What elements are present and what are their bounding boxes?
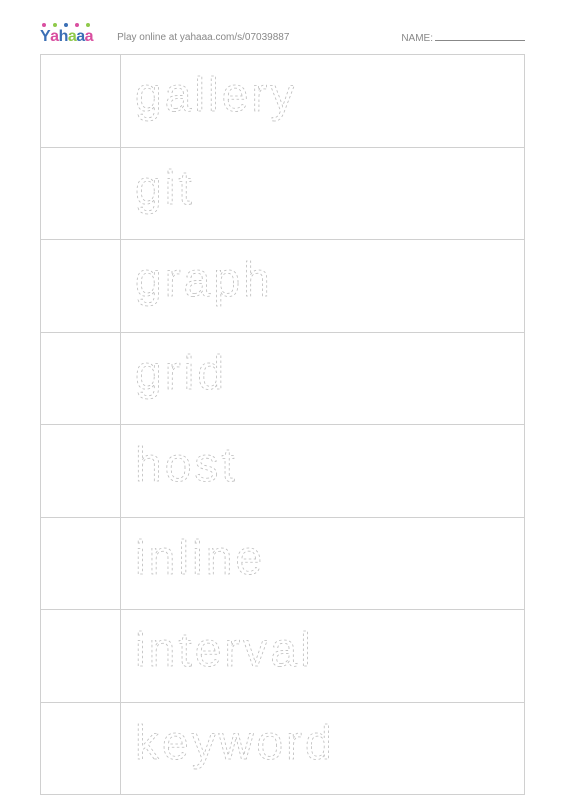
logo-char: a bbox=[68, 29, 76, 45]
logo-dots bbox=[42, 23, 90, 27]
image-cell bbox=[41, 55, 121, 148]
trace-text: host bbox=[135, 439, 238, 492]
logo: Y a h a a a bbox=[40, 29, 93, 45]
trace-text: git bbox=[135, 162, 195, 215]
table-row: gallery bbox=[41, 55, 525, 148]
trace-word[interactable]: gallery bbox=[135, 69, 524, 132]
word-cell: grid bbox=[121, 332, 525, 425]
trace-text: keyword bbox=[135, 717, 335, 770]
logo-char: a bbox=[85, 29, 93, 45]
name-input-line[interactable] bbox=[435, 31, 525, 41]
image-cell bbox=[41, 702, 121, 795]
trace-word[interactable]: inline bbox=[135, 532, 524, 595]
table-row: host bbox=[41, 425, 525, 518]
trace-word[interactable]: host bbox=[135, 439, 524, 502]
logo-text: Y a h a a a bbox=[40, 29, 93, 45]
table-row: graph bbox=[41, 240, 525, 333]
trace-text: gallery bbox=[135, 69, 297, 122]
word-cell: keyword bbox=[121, 702, 525, 795]
image-cell bbox=[41, 240, 121, 333]
name-label: NAME: bbox=[401, 33, 433, 44]
image-cell bbox=[41, 332, 121, 425]
image-cell bbox=[41, 610, 121, 703]
trace-text: interval bbox=[135, 624, 314, 677]
image-cell bbox=[41, 517, 121, 610]
play-url-text: Play online at yahaaa.com/s/07039887 bbox=[117, 32, 289, 43]
word-cell: gallery bbox=[121, 55, 525, 148]
page-header: Y a h a a a Play online at yahaaa.com/s/… bbox=[40, 22, 525, 52]
logo-char: a bbox=[76, 29, 84, 45]
worksheet: gallery git graph bbox=[40, 54, 525, 795]
trace-word[interactable]: grid bbox=[135, 347, 524, 410]
trace-text: inline bbox=[135, 532, 265, 585]
word-cell: host bbox=[121, 425, 525, 518]
logo-char: h bbox=[59, 29, 68, 45]
trace-word[interactable]: keyword bbox=[135, 717, 524, 780]
name-field: NAME: bbox=[401, 31, 525, 44]
word-cell: graph bbox=[121, 240, 525, 333]
logo-char: a bbox=[50, 29, 58, 45]
image-cell bbox=[41, 425, 121, 518]
trace-word[interactable]: graph bbox=[135, 254, 524, 317]
trace-text: grid bbox=[135, 347, 227, 400]
table-row: keyword bbox=[41, 702, 525, 795]
image-cell bbox=[41, 147, 121, 240]
table-row: grid bbox=[41, 332, 525, 425]
table-row: git bbox=[41, 147, 525, 240]
tracing-table: gallery git graph bbox=[40, 54, 525, 795]
table-row: inline bbox=[41, 517, 525, 610]
trace-word[interactable]: interval bbox=[135, 624, 524, 687]
trace-word[interactable]: git bbox=[135, 162, 524, 225]
word-cell: inline bbox=[121, 517, 525, 610]
word-cell: git bbox=[121, 147, 525, 240]
table-row: interval bbox=[41, 610, 525, 703]
word-cell: interval bbox=[121, 610, 525, 703]
logo-char: Y bbox=[40, 29, 50, 45]
trace-text: graph bbox=[135, 254, 273, 307]
